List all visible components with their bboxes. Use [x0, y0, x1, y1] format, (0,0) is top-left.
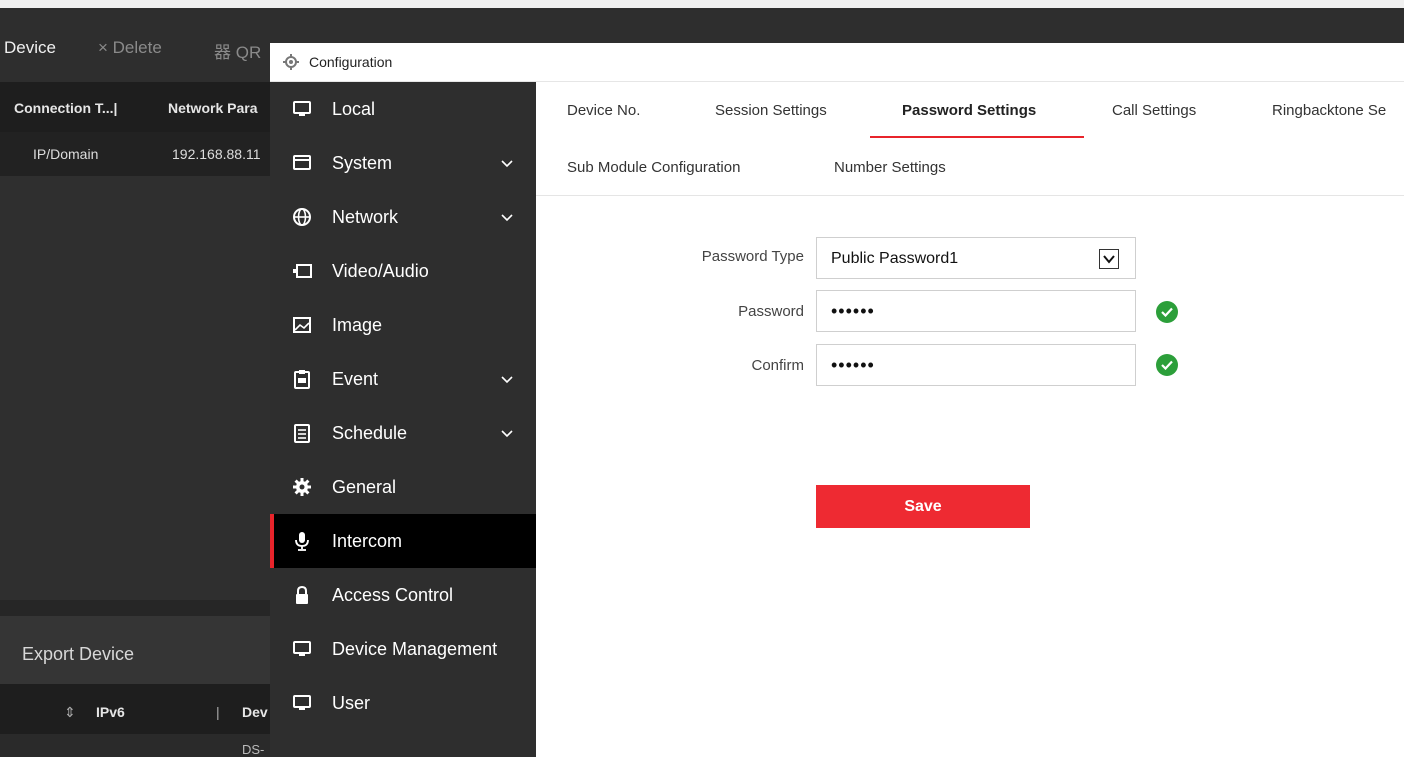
gear-icon — [292, 477, 312, 497]
export-row-cell: DS- — [242, 742, 265, 757]
main-content: Device No. Session Settings Password Set… — [536, 82, 1404, 757]
sidebar-item-label: System — [332, 153, 393, 173]
password-label: Password — [738, 303, 804, 320]
chevron-down-icon — [500, 154, 514, 168]
column-network-params[interactable]: Network Para — [168, 100, 257, 116]
sidebar-item-label: Device Management — [332, 639, 498, 659]
calendar-icon — [292, 423, 312, 443]
tab-number-settings[interactable]: Number Settings — [834, 159, 946, 176]
export-panel: Export Device — [0, 616, 270, 684]
device-table-header: Connection T...| Network Para — [0, 82, 270, 132]
confirm-password-input[interactable]: •••••• — [816, 344, 1136, 386]
cell-connection-type: IP/Domain — [33, 146, 99, 162]
export-title: Export Device — [22, 644, 135, 664]
sidebar-item-label: Image — [332, 315, 383, 335]
tab-device-no[interactable]: Device No. — [567, 102, 640, 119]
chevron-down-icon — [500, 370, 514, 384]
password-type-select[interactable]: Public Password1 — [816, 237, 1136, 279]
monitor-icon — [292, 639, 312, 659]
sidebar: Local System Network Video/Audio Image E… — [270, 82, 536, 757]
chevron-down-icon[interactable] — [1099, 249, 1119, 269]
monitor-icon — [292, 693, 312, 713]
device-tab[interactable]: Device — [4, 38, 56, 58]
sidebar-item-label: Access Control — [332, 585, 454, 605]
configuration-window: Configuration Local System Network Video… — [270, 43, 1404, 757]
chevron-down-icon — [500, 424, 514, 438]
lock-icon — [292, 585, 312, 605]
tab-password-settings[interactable]: Password Settings — [902, 102, 1036, 119]
column-connection-type[interactable]: Connection T...| — [14, 100, 117, 116]
sort-icon[interactable]: ⇕ — [64, 704, 76, 721]
sidebar-item-local[interactable]: Local — [270, 82, 536, 136]
password-value: •••••• — [831, 301, 875, 321]
active-tab-indicator — [870, 136, 1084, 138]
delete-button[interactable]: × Delete — [98, 38, 162, 58]
sidebar-item-label: Local — [332, 99, 376, 119]
sidebar-item-label: General — [332, 477, 397, 497]
globe-icon — [292, 207, 312, 227]
sidebar-item-network[interactable]: Network — [270, 190, 536, 244]
sidebar-item-label: Schedule — [332, 423, 408, 443]
top-strip — [0, 0, 1404, 8]
table-empty-area — [0, 176, 270, 600]
tab-sub-module-configuration[interactable]: Sub Module Configuration — [567, 159, 740, 176]
sidebar-item-label: Video/Audio — [332, 261, 429, 281]
sidebar-item-access-control[interactable]: Access Control — [270, 568, 536, 622]
sidebar-item-general[interactable]: General — [270, 460, 536, 514]
column-ipv6[interactable]: IPv6 — [96, 704, 125, 720]
sidebar-item-device-management[interactable]: Device Management — [270, 622, 536, 676]
sidebar-item-image[interactable]: Image — [270, 298, 536, 352]
save-button[interactable]: Save — [816, 485, 1030, 528]
sidebar-item-label: Network — [332, 207, 399, 227]
password-input[interactable]: •••••• — [816, 290, 1136, 332]
column-separator: | — [216, 704, 220, 720]
export-row[interactable]: DS- — [0, 734, 270, 757]
confirm-value: •••••• — [831, 355, 875, 375]
tab-call-settings[interactable]: Call Settings — [1112, 102, 1196, 119]
sidebar-item-schedule[interactable]: Schedule — [270, 406, 536, 460]
sidebar-item-label: Intercom — [332, 531, 403, 551]
window-title: Configuration — [309, 54, 393, 70]
sidebar-item-label: User — [332, 693, 371, 713]
microphone-icon — [292, 531, 312, 551]
clipboard-icon — [292, 369, 312, 389]
password-type-value: Public Password1 — [831, 250, 959, 267]
confirm-label: Confirm — [751, 357, 804, 374]
sidebar-item-intercom[interactable]: Intercom — [270, 514, 536, 568]
sidebar-item-label: Event — [332, 369, 379, 389]
window-titlebar[interactable]: Configuration — [270, 43, 1404, 82]
check-icon — [1156, 301, 1178, 323]
export-table-header: ⇕ IPv6 | Dev — [0, 684, 270, 734]
sidebar-item-user[interactable]: User — [270, 676, 536, 730]
system-icon — [292, 153, 312, 173]
password-type-label: Password Type — [701, 248, 804, 265]
tab-bar: Device No. Session Settings Password Set… — [536, 82, 1404, 196]
monitor-icon — [292, 99, 312, 119]
column-device[interactable]: Dev — [242, 704, 268, 720]
tab-session-settings[interactable]: Session Settings — [715, 102, 827, 119]
sidebar-item-system[interactable]: System — [270, 136, 536, 190]
configuration-icon — [282, 53, 300, 71]
table-row[interactable]: IP/Domain 192.168.88.11 — [0, 132, 270, 176]
video-icon — [292, 261, 312, 281]
sidebar-item-video-audio[interactable]: Video/Audio — [270, 244, 536, 298]
check-icon — [1156, 354, 1178, 376]
chevron-down-icon — [500, 208, 514, 222]
cell-network-params: 192.168.88.11 — [172, 146, 261, 162]
divider — [0, 600, 270, 616]
sidebar-item-event[interactable]: Event — [270, 352, 536, 406]
tab-ringbacktone-settings[interactable]: Ringbacktone Se — [1272, 102, 1386, 119]
image-icon — [292, 315, 312, 335]
qr-button[interactable]: 器 QR — [214, 38, 261, 63]
